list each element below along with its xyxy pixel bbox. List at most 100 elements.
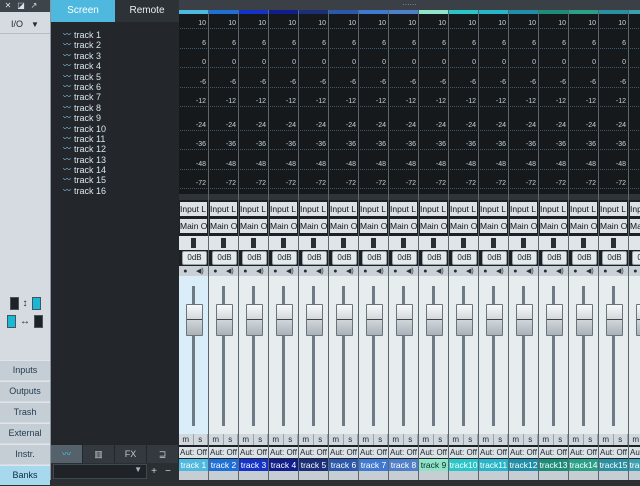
monitor-icon[interactable]: ◀) bbox=[436, 267, 444, 275]
input-selector[interactable]: Input L bbox=[600, 202, 627, 216]
panel-button-inputs[interactable]: Inputs bbox=[0, 360, 50, 380]
record-arm-icon[interactable]: ● bbox=[483, 268, 487, 275]
volume-fader[interactable] bbox=[479, 276, 508, 434]
output-selector[interactable]: Main Out bbox=[570, 219, 597, 233]
list-item[interactable]: 〰 track 7 bbox=[63, 92, 179, 102]
horizontal-scrollbar[interactable] bbox=[359, 471, 388, 480]
mute-button[interactable]: m bbox=[389, 434, 404, 445]
automation-mode[interactable]: Aut: Off bbox=[479, 447, 508, 458]
volume-fader[interactable] bbox=[239, 276, 268, 434]
arrow-icon[interactable]: ↗ bbox=[29, 2, 39, 10]
track-name-label[interactable]: track 9 bbox=[419, 459, 448, 471]
pan-slider[interactable] bbox=[329, 236, 358, 250]
list-item[interactable]: 〰 track 5 bbox=[63, 72, 179, 82]
mute-button[interactable]: m bbox=[449, 434, 464, 445]
output-selector[interactable]: Main Out bbox=[270, 219, 297, 233]
pan-slider[interactable] bbox=[509, 236, 538, 250]
pan-slider[interactable] bbox=[449, 236, 478, 250]
channel-select-strip[interactable] bbox=[569, 194, 598, 200]
pan-slider[interactable] bbox=[299, 236, 328, 250]
list-item[interactable]: 〰 track 9 bbox=[63, 113, 179, 123]
panel-button-banks[interactable]: Banks bbox=[0, 465, 50, 485]
input-selector[interactable]: Input L bbox=[210, 202, 237, 216]
output-selector[interactable]: Main Out bbox=[510, 219, 537, 233]
horizontal-scrollbar[interactable] bbox=[299, 471, 328, 480]
channel-select-strip[interactable] bbox=[269, 194, 298, 200]
panel-button-trash[interactable]: Trash bbox=[0, 402, 50, 422]
mixer-scroll-handle[interactable]: ⋯⋯ bbox=[179, 0, 640, 10]
channel-select-strip[interactable] bbox=[539, 194, 568, 200]
mute-button[interactable]: m bbox=[209, 434, 224, 445]
pan-slider[interactable] bbox=[179, 236, 208, 250]
fader-handle[interactable] bbox=[456, 304, 473, 336]
record-arm-icon[interactable]: ● bbox=[363, 268, 367, 275]
volume-fader[interactable] bbox=[209, 276, 238, 434]
mute-button[interactable]: m bbox=[359, 434, 374, 445]
fader-handle[interactable] bbox=[426, 304, 443, 336]
width-toggle[interactable]: ↔ bbox=[0, 312, 50, 330]
fader-handle[interactable] bbox=[576, 304, 593, 336]
volume-readout[interactable]: 0dB bbox=[272, 251, 297, 265]
fader-handle[interactable] bbox=[336, 304, 353, 336]
record-arm-icon[interactable]: ● bbox=[213, 268, 217, 275]
record-arm-icon[interactable]: ● bbox=[183, 268, 187, 275]
monitor-icon[interactable]: ◀) bbox=[226, 267, 234, 275]
horizontal-scrollbar[interactable] bbox=[269, 471, 298, 480]
monitor-icon[interactable]: ◀) bbox=[376, 267, 384, 275]
pan-handle[interactable] bbox=[581, 238, 586, 248]
small-height-icon[interactable] bbox=[9, 296, 19, 310]
automation-mode[interactable]: Aut: Off bbox=[179, 447, 208, 458]
tab-screen[interactable]: Screen bbox=[51, 0, 115, 22]
wide-width-icon[interactable] bbox=[34, 314, 43, 328]
fader-handle[interactable] bbox=[306, 304, 323, 336]
height-toggle[interactable]: ↕ bbox=[0, 294, 50, 312]
pan-slider[interactable] bbox=[269, 236, 298, 250]
record-arm-icon[interactable]: ● bbox=[543, 268, 547, 275]
horizontal-scrollbar[interactable] bbox=[419, 471, 448, 480]
solo-button[interactable]: s bbox=[464, 434, 478, 445]
fader-handle[interactable] bbox=[396, 304, 413, 336]
mute-button[interactable]: m bbox=[599, 434, 614, 445]
pan-handle[interactable] bbox=[221, 238, 226, 248]
panel-button-instr[interactable]: Instr. bbox=[0, 444, 50, 464]
automation-mode[interactable]: Aut: Off bbox=[509, 447, 538, 458]
monitor-icon[interactable]: ◀) bbox=[316, 267, 324, 275]
horizontal-scrollbar[interactable] bbox=[389, 471, 418, 480]
fader-handle[interactable] bbox=[366, 304, 383, 336]
record-arm-icon[interactable]: ● bbox=[273, 268, 277, 275]
input-selector[interactable]: Input L bbox=[630, 202, 640, 216]
narrow-width-icon[interactable] bbox=[7, 314, 16, 328]
monitor-icon[interactable]: ◀) bbox=[586, 267, 594, 275]
input-selector[interactable]: Input L bbox=[390, 202, 417, 216]
list-item[interactable]: 〰 track 4 bbox=[63, 61, 179, 71]
pan-slider[interactable] bbox=[569, 236, 598, 250]
input-selector[interactable]: Input L bbox=[540, 202, 567, 216]
volume-fader[interactable] bbox=[359, 276, 388, 434]
output-selector[interactable]: Main Out bbox=[630, 219, 640, 233]
output-selector[interactable]: Main Out bbox=[420, 219, 447, 233]
automation-mode[interactable]: Aut: Off bbox=[569, 447, 598, 458]
volume-readout[interactable]: 0dB bbox=[332, 251, 357, 265]
list-item[interactable]: 〰 track 16 bbox=[63, 186, 179, 196]
automation-mode[interactable]: Aut: Off bbox=[599, 447, 628, 458]
horizontal-scrollbar[interactable] bbox=[509, 471, 538, 480]
solo-button[interactable]: s bbox=[284, 434, 298, 445]
list-item[interactable]: 〰 track 13 bbox=[63, 155, 179, 165]
record-arm-icon[interactable]: ● bbox=[603, 268, 607, 275]
track-name-label[interactable]: track 4 bbox=[269, 459, 298, 471]
mute-button[interactable]: m bbox=[299, 434, 314, 445]
mute-button[interactable]: m bbox=[479, 434, 494, 445]
pan-handle[interactable] bbox=[251, 238, 256, 248]
list-item[interactable]: 〰 track 10 bbox=[63, 124, 179, 134]
volume-fader[interactable] bbox=[419, 276, 448, 434]
input-selector[interactable]: Input L bbox=[450, 202, 477, 216]
solo-button[interactable]: s bbox=[224, 434, 238, 445]
panel-button-external[interactable]: External bbox=[0, 423, 50, 443]
record-arm-icon[interactable]: ● bbox=[513, 268, 517, 275]
fader-handle[interactable] bbox=[486, 304, 503, 336]
automation-mode[interactable]: Aut: Off bbox=[389, 447, 418, 458]
bank-select[interactable]: ▼ bbox=[53, 464, 147, 479]
track-name-label[interactable]: track15 bbox=[599, 459, 628, 471]
channel-select-strip[interactable] bbox=[449, 194, 478, 200]
channel-select-strip[interactable] bbox=[329, 194, 358, 200]
